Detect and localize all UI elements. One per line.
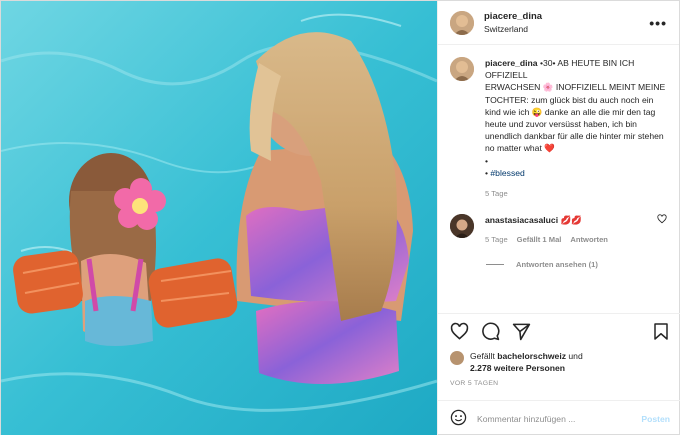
comment-input[interactable] — [477, 413, 642, 424]
caption-avatar[interactable] — [450, 57, 474, 81]
bookmark-icon[interactable] — [652, 322, 670, 344]
add-comment-bar: Posten — [438, 400, 680, 435]
post-actions: Gefällt bachelorschweiz und 2.278 weiter… — [438, 313, 680, 387]
instagram-post: piacere_dina Switzerland ••• piacere_din… — [0, 0, 680, 435]
post-sidebar: piacere_dina Switzerland ••• piacere_din… — [437, 1, 680, 435]
more-dots-icon[interactable]: ••• — [649, 15, 667, 31]
caption-username[interactable]: piacere_dina — [485, 58, 538, 68]
comment-text: 💋💋 — [560, 215, 582, 226]
comment-like-heart-icon[interactable] — [657, 214, 667, 226]
comment-actions: 5 Tage Gefällt 1 Mal Antworten — [485, 234, 657, 246]
caption-body: piacere_dina •30• AB HEUTE BIN ICH OFFIZ… — [485, 57, 667, 200]
post-photo[interactable] — [1, 1, 437, 435]
caption-time[interactable]: 5 Tage — [485, 188, 667, 200]
post-comment-button[interactable]: Posten — [641, 414, 670, 424]
comment-reply-button[interactable]: Antworten — [570, 234, 608, 246]
view-replies-button[interactable]: Antworten ansehen (1) — [486, 260, 667, 269]
hashtag-link[interactable]: #blessed — [490, 168, 524, 178]
comment-body: anastasiacasaluci 💋💋 5 Tage Gefällt 1 Ma… — [485, 214, 657, 246]
comment-likes[interactable]: Gefällt 1 Mal — [517, 234, 562, 246]
post-header: piacere_dina Switzerland ••• — [438, 1, 679, 45]
comment-time[interactable]: 5 Tage — [485, 234, 508, 246]
likes-prefix: Gefällt — [470, 351, 498, 361]
heart-icon[interactable] — [450, 322, 469, 344]
header-location[interactable]: Switzerland — [484, 23, 649, 36]
caption-text-block: piacere_dina •30• AB HEUTE BIN ICH OFFIZ… — [485, 57, 667, 167]
view-replies-label: Antworten ansehen (1) — [516, 260, 598, 270]
comment-username[interactable]: anastasiacasaluci — [485, 215, 558, 225]
caption-text: •30• AB HEUTE BIN ICH OFFIZIELL ERWACHSE… — [485, 58, 666, 166]
likes-suffix: und — [566, 351, 583, 361]
likes-others[interactable]: 2.278 weitere Personen — [470, 363, 565, 373]
caption-row: piacere_dina •30• AB HEUTE BIN ICH OFFIZ… — [450, 57, 667, 200]
comments-section: piacere_dina •30• AB HEUTE BIN ICH OFFIZ… — [438, 45, 679, 313]
comment-row: anastasiacasaluci 💋💋 5 Tage Gefällt 1 Ma… — [450, 214, 667, 246]
replies-divider — [486, 264, 504, 266]
header-username[interactable]: piacere_dina — [484, 10, 649, 23]
emoji-icon[interactable] — [450, 409, 467, 429]
pool-scene-image — [1, 1, 437, 435]
comment-avatar[interactable] — [450, 214, 474, 239]
likes-summary: Gefällt bachelorschweiz und 2.278 weiter… — [450, 350, 670, 374]
liker-avatar[interactable] — [450, 351, 464, 365]
likes-user[interactable]: bachelorschweiz — [497, 351, 566, 361]
comment-icon[interactable] — [481, 322, 500, 344]
comment-line: anastasiacasaluci 💋💋 — [485, 214, 657, 226]
caption-hashtag-line: • #blessed — [485, 167, 667, 179]
action-icons — [450, 322, 670, 344]
likes-text: Gefällt bachelorschweiz und 2.278 weiter… — [470, 350, 583, 374]
avatar[interactable] — [450, 10, 474, 35]
share-icon[interactable] — [512, 322, 531, 344]
header-meta: piacere_dina Switzerland — [484, 10, 649, 36]
post-timestamp[interactable]: VOR 5 TAGEN — [450, 380, 670, 387]
